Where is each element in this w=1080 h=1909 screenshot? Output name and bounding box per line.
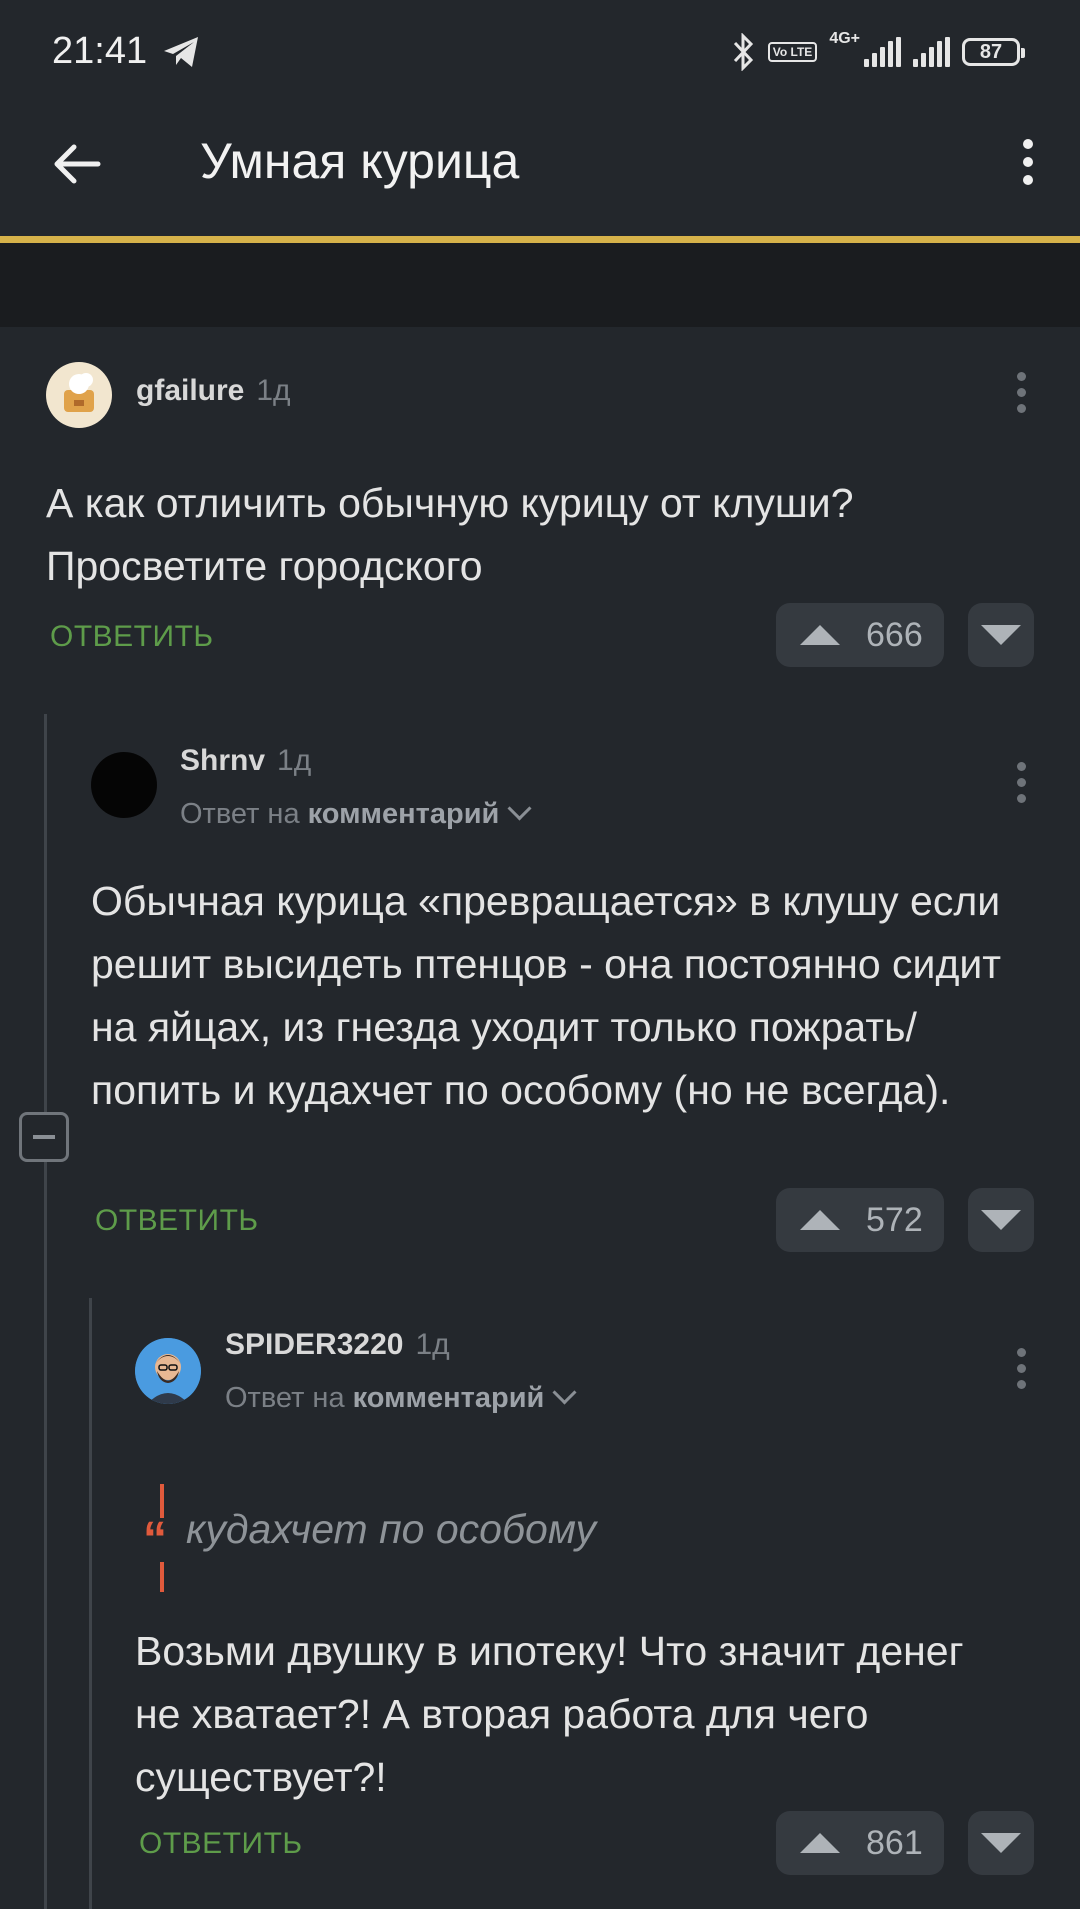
avatar[interactable]	[91, 752, 157, 818]
vote-count: 861	[866, 1823, 923, 1862]
upvote-button[interactable]: 666	[776, 603, 944, 667]
triangle-down-icon	[981, 1210, 1021, 1230]
reply-button[interactable]: ОТВЕТИТЬ	[50, 620, 214, 654]
minus-square-icon[interactable]	[19, 1112, 69, 1162]
comment-age: 1д	[277, 744, 312, 777]
quote-icon: “	[143, 1513, 167, 1566]
reply-to[interactable]: Ответ на комментарий	[180, 796, 532, 831]
triangle-up-icon	[800, 1833, 840, 1853]
volte-icon: Vo LTE	[767, 42, 818, 62]
kebab-menu-icon[interactable]	[998, 132, 1058, 192]
downvote-button[interactable]	[968, 1811, 1034, 1875]
author-name[interactable]: SPIDER3220	[225, 1328, 403, 1361]
comment-menu-icon[interactable]	[1006, 362, 1036, 422]
triangle-up-icon	[800, 1210, 840, 1230]
upvote-button[interactable]: 861	[776, 1811, 944, 1875]
avatar[interactable]	[46, 362, 112, 428]
app-bar: Умная курица	[0, 104, 1080, 234]
comment-age: 1д	[256, 374, 291, 407]
signal-icon-1	[864, 37, 901, 67]
quote-bar-bottom	[160, 1562, 164, 1592]
vote-count: 666	[866, 615, 923, 654]
arrow-left-icon[interactable]	[48, 134, 108, 194]
triangle-down-icon	[981, 1833, 1021, 1853]
upvote-button[interactable]: 572	[776, 1188, 944, 1252]
author-name[interactable]: Shrnv	[180, 744, 265, 777]
comment-menu-icon[interactable]	[1006, 1338, 1036, 1398]
accent-divider	[0, 236, 1080, 243]
signal-icon-2	[913, 37, 950, 67]
comment-age: 1д	[415, 1328, 450, 1361]
chevron-down-icon[interactable]	[552, 1380, 577, 1405]
comment-text: Обычная курица «превращается» в клушу ес…	[91, 878, 1002, 1113]
quote-text: кудахчет по особому	[186, 1506, 596, 1552]
status-icons: Vo LTE 4G+ 87	[732, 30, 1025, 74]
vote-count: 572	[866, 1200, 923, 1239]
downvote-button[interactable]	[968, 603, 1034, 667]
reply-button[interactable]: ОТВЕТИТЬ	[139, 1827, 303, 1861]
status-bar: 21:41 Vo LTE 4G+ 87	[0, 0, 1080, 104]
telegram-icon	[164, 37, 198, 67]
thread-line[interactable]	[44, 714, 47, 1909]
network-type: 4G+	[829, 30, 860, 47]
comment-author[interactable]: gfailure 1д	[136, 374, 291, 408]
collapsed-content-band	[0, 243, 1080, 327]
avatar[interactable]	[135, 1338, 201, 1404]
battery-icon: 87	[962, 38, 1025, 66]
triangle-up-icon	[800, 625, 840, 645]
comment-author[interactable]: SPIDER3220 1д	[225, 1328, 450, 1362]
author-name[interactable]: gfailure	[136, 374, 244, 407]
page-title: Умная курица	[200, 133, 520, 189]
reply-to-prefix: Ответ на	[180, 798, 300, 830]
thread-line[interactable]	[89, 1298, 92, 1909]
status-time: 21:41	[52, 30, 148, 72]
triangle-down-icon	[981, 625, 1021, 645]
reply-button[interactable]: ОТВЕТИТЬ	[95, 1204, 259, 1238]
comment-text: А как отличить обычную курицу от клуши? …	[46, 480, 854, 589]
chevron-down-icon[interactable]	[507, 796, 532, 821]
bluetooth-icon	[732, 33, 756, 71]
reply-to-prefix: Ответ на	[225, 1382, 345, 1414]
comment-author[interactable]: Shrnv 1д	[180, 744, 311, 778]
comment-text: Возьми двушку в ипотеку! Что значит дене…	[135, 1628, 964, 1800]
reply-to-target[interactable]: комментарий	[308, 798, 500, 830]
downvote-button[interactable]	[968, 1188, 1034, 1252]
comment-menu-icon[interactable]	[1006, 752, 1036, 812]
reply-to-target[interactable]: комментарий	[353, 1382, 545, 1414]
reply-to[interactable]: Ответ на комментарий	[225, 1380, 577, 1415]
